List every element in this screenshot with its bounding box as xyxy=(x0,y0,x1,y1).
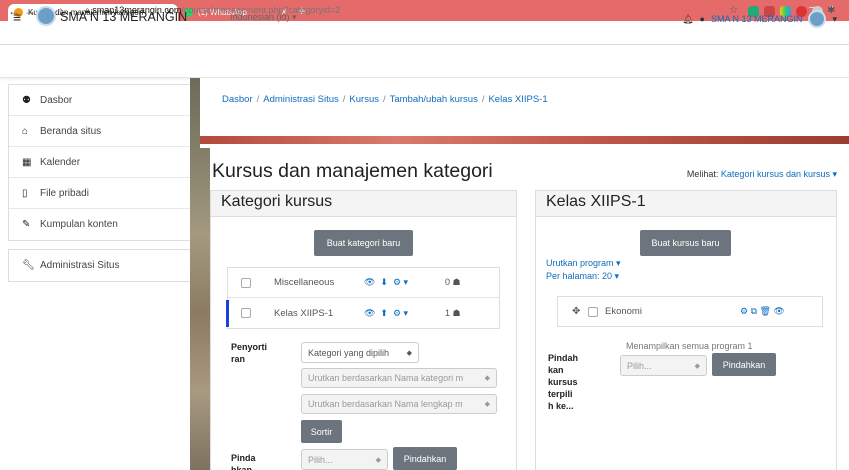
list-item[interactable]: Miscellaneous 👁︎ ⬇ ⚙ ▾ 0 ☗ xyxy=(228,268,499,298)
sidebar-item-label: File pribadi xyxy=(40,187,89,199)
category-checkbox[interactable] xyxy=(241,308,251,318)
wrench-icon: 🔧︎ xyxy=(22,260,35,271)
sort-button[interactable]: Sortir xyxy=(301,420,342,443)
view-mode-menu[interactable]: Melihat: Kategori kursus dan kursus ▾ xyxy=(687,169,837,180)
chevron-down-icon[interactable]: ▾ xyxy=(832,14,837,25)
sort-courses-menu[interactable]: Urutkan program ▾ xyxy=(546,258,621,269)
message-icon[interactable]: ● xyxy=(700,14,705,24)
view-mode-label: Melihat: xyxy=(686,169,719,179)
list-item[interactable]: ✥ Ekonomi ⚙ ⧉ 🗑︎ 👁︎ xyxy=(558,297,822,326)
sidebar-item-file-pribadi[interactable]: ▯ File pribadi xyxy=(9,178,193,209)
course-checkbox[interactable] xyxy=(588,306,598,317)
course-name[interactable]: Ekonomi xyxy=(605,306,642,317)
sort-select[interactable]: Kategori yang dipilih ◆ xyxy=(301,342,419,363)
breadcrumb-item[interactable]: Kelas XIIPS-1 xyxy=(488,94,547,105)
move-label: Pinda hkan xyxy=(231,453,256,470)
nav-drawer: ⚉ Dasbor ⌂ Beranda situs ▦ Kalender ▯ File p… xyxy=(8,84,194,470)
sidebar-item-label: Administrasi Situs xyxy=(40,260,120,271)
category-actions[interactable]: 👁︎ ⬆ ⚙ ▾ xyxy=(364,308,408,319)
move-courses-label: Pindah kan kursus terpili h ke... xyxy=(548,353,579,411)
site-header xyxy=(0,45,849,78)
sort-by-fullname-select[interactable]: Urutkan berdasarkan Nama lengkap m ◆ xyxy=(301,394,497,414)
calendar-icon: ▦ xyxy=(22,156,32,168)
sidebar-item-kalender[interactable]: ▦ Kalender xyxy=(9,147,193,178)
category-checkbox[interactable] xyxy=(241,277,251,288)
course-actions[interactable]: ⚙ ⧉ 🗑︎ 👁︎ xyxy=(740,306,785,317)
move-category-button[interactable]: Pindahkan xyxy=(393,447,457,470)
per-page-menu[interactable]: Per halaman: 20 ▾ xyxy=(546,271,619,282)
breadcrumb-item[interactable]: Tambah/ubah kursus xyxy=(390,94,478,105)
user-name[interactable]: SMA N 13 MERANGIN xyxy=(711,14,803,24)
sidebar-item-label: Kalender xyxy=(40,156,81,168)
sidebar-item-administrasi-situs[interactable]: 🔧︎ Administrasi Situs xyxy=(9,250,193,281)
active-marker xyxy=(226,300,229,327)
site-logo[interactable] xyxy=(36,6,56,26)
course-list: ✥ Ekonomi ⚙ ⧉ 🗑︎ 👁︎ xyxy=(557,296,823,327)
forward-icon[interactable]: → xyxy=(24,4,36,18)
category-heading: Kategori kursus xyxy=(211,191,516,217)
sidebar-item-dasbor[interactable]: ⚉ Dasbor xyxy=(9,85,193,116)
sidebar-item-label: Beranda situs xyxy=(40,125,102,137)
sort-by-name-select[interactable]: Urutkan berdasarkan Nama kategori m ◆ xyxy=(301,368,497,388)
bell-icon[interactable]: 🔔︎ xyxy=(682,14,693,25)
language-menu[interactable]: Indonesian (id) ▾ xyxy=(230,12,297,23)
avatar[interactable] xyxy=(808,10,827,28)
list-item[interactable]: Kelas XIIPS-1 👁︎ ⬆ ⚙ ▾ 1 ☗ xyxy=(226,298,499,328)
sidebar-item-label: Kumpulan konten xyxy=(40,219,118,230)
breadcrumb-item[interactable]: Administrasi Situs xyxy=(263,94,339,105)
move-course-select[interactable]: Pilih... ◆ xyxy=(620,355,707,376)
course-count: 0 ☗ xyxy=(445,277,461,287)
menu-icon[interactable]: ≡ xyxy=(13,9,21,25)
sidebar-item-kumpulan-konten[interactable]: ✎ Kumpulan konten xyxy=(9,209,193,240)
banner-strip xyxy=(200,136,849,144)
move-handle-icon[interactable]: ✥ xyxy=(572,306,580,317)
graduation-cap-icon: ☗ xyxy=(450,277,461,287)
graduation-cap-icon: ☗ xyxy=(450,307,461,318)
category-name[interactable]: Miscellaneous xyxy=(274,277,334,288)
view-mode-value[interactable]: Kategori kursus dan kursus ▾ xyxy=(721,169,837,179)
sidebar-item-beranda-situs[interactable]: ⌂ Beranda situs xyxy=(9,116,193,147)
nav-group-admin: 🔧︎ Administrasi Situs xyxy=(8,249,194,282)
user-menu[interactable]: 🔔︎ ● SMA N 13 MERANGIN ▾ xyxy=(682,10,837,28)
breadcrumb: Dasbor / Administrasi Situs / Kursus / Tambah/… xyxy=(222,94,548,105)
page-title: Kursus dan manajemen kategori xyxy=(212,160,493,182)
new-course-button[interactable]: Buat kursus baru xyxy=(640,230,731,256)
home-icon: ⌂ xyxy=(22,125,29,137)
file-icon: ▯ xyxy=(22,187,28,199)
breadcrumb-item[interactable]: Kursus xyxy=(349,94,379,105)
category-name[interactable]: Kelas XIIPS-1 xyxy=(274,308,333,319)
course-count: 1 ☗ xyxy=(445,307,461,318)
category-list: Miscellaneous 👁︎ ⬇ ⚙ ▾ 0 ☗ Kelas XIIPS-1… xyxy=(226,267,500,329)
breadcrumb-item[interactable]: Dasbor xyxy=(222,94,253,105)
sort-label: Penyorti ran xyxy=(231,342,268,364)
sidebar-item-label: Dasbor xyxy=(40,94,73,106)
dashboard-icon: ⚉ xyxy=(22,94,31,106)
category-actions[interactable]: 👁︎ ⬇ ⚙ ▾ xyxy=(364,277,408,288)
site-name[interactable]: SMA N 13 MERANGIN xyxy=(60,10,187,24)
move-category-select[interactable]: Pilih... ◆ xyxy=(301,449,388,470)
nav-group-main: ⚉ Dasbor ⌂ Beranda situs ▦ Kalender ▯ File p… xyxy=(8,84,194,241)
new-category-button[interactable]: Buat kategori baru xyxy=(314,230,413,256)
move-course-button[interactable]: Pindahkan xyxy=(712,353,776,376)
pencil-icon: ✎ xyxy=(22,219,31,230)
showing-text: Menampilkan semua program 1 xyxy=(626,341,753,351)
course-heading: Kelas XIIPS-1 xyxy=(536,191,836,217)
